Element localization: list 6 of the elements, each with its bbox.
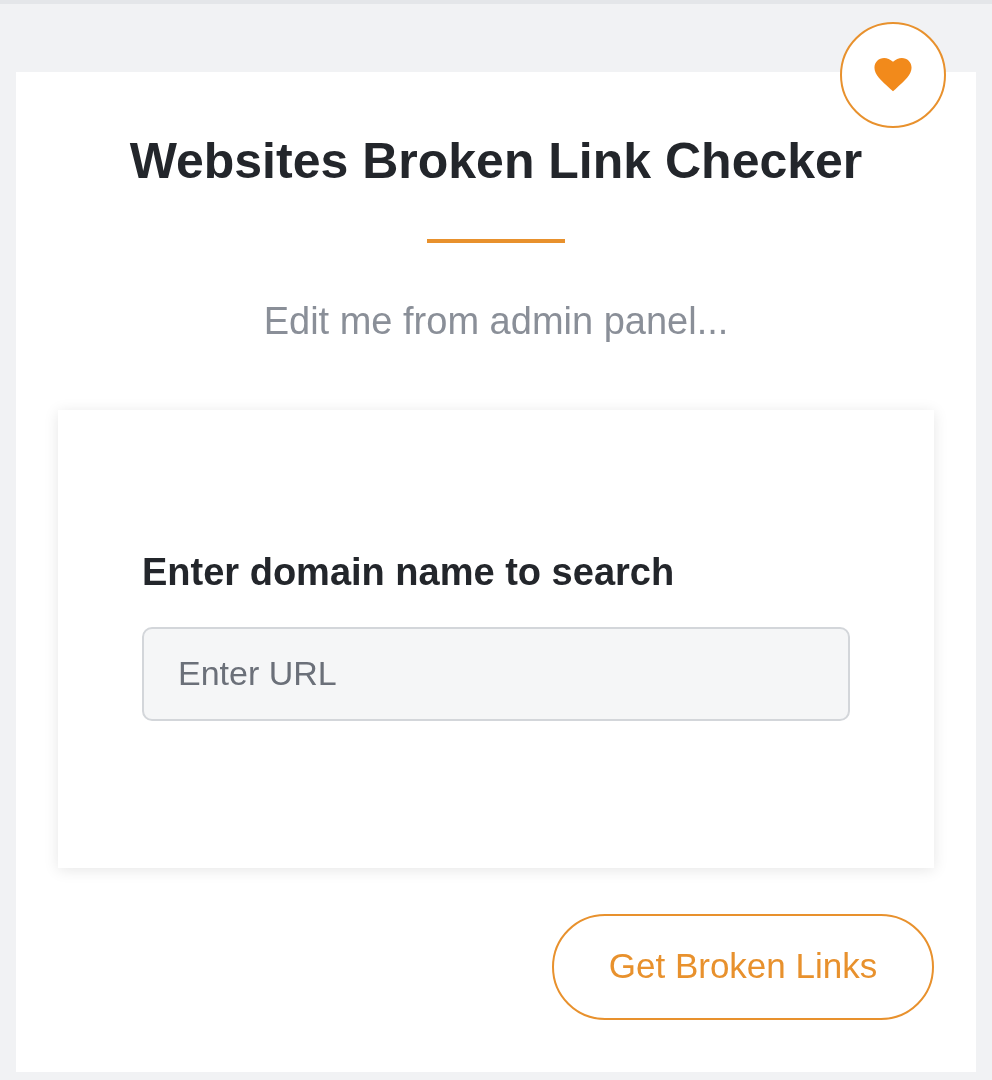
- subtitle: Edit me from admin panel...: [263, 298, 729, 344]
- field-label: Enter domain name to search: [142, 549, 676, 595]
- url-input-field[interactable]: Enter URL: [142, 626, 850, 721]
- get-broken-links-button[interactable]: Get Broken Links: [552, 913, 934, 1020]
- page-title: Websites Broken Link Checker: [129, 132, 863, 191]
- heart-icon: [874, 58, 912, 92]
